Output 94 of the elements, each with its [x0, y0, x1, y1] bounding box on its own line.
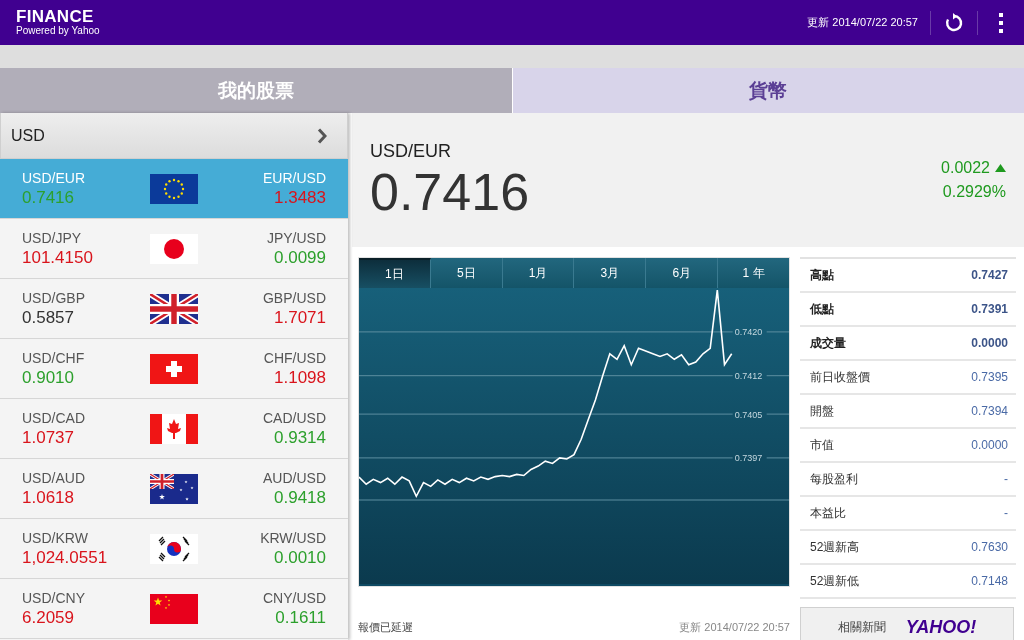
app-subtitle: Powered by Yahoo — [16, 25, 101, 37]
stat-label: 本益比 — [810, 504, 846, 522]
exchange-rate: 1,024.0551 — [22, 547, 109, 568]
stat-value: 0.0000 — [971, 336, 1008, 350]
price-change: 0.0022 — [941, 159, 990, 177]
stat-label: 高點 — [810, 266, 834, 284]
currency-pair: USD/CHF — [22, 349, 86, 366]
stat-value: - — [1004, 472, 1008, 486]
tab[interactable]: 貨幣 — [511, 68, 1024, 113]
currency-pair: USD/EUR — [22, 169, 86, 186]
stat-value: 0.7427 — [971, 268, 1008, 282]
stat-label: 市值 — [810, 436, 834, 454]
exchange-rate: 0.0010 — [274, 547, 326, 568]
exchange-rate: 1.7071 — [274, 307, 326, 328]
stat-value: 0.7148 — [971, 574, 1008, 588]
axis-tick-label: 0.7405 — [734, 409, 763, 420]
currency-row[interactable]: USD/JPY 101.4150 JPY/USD 0.0099 — [0, 219, 348, 279]
period-tab[interactable]: 6月 — [646, 258, 719, 288]
currency-pair: USD/GBP — [22, 289, 86, 306]
currency-row[interactable]: USD/KRW 1,024.0551 KRW/USD 0.0010 — [0, 519, 348, 579]
exchange-rate: 6.2059 — [22, 607, 75, 628]
currency-row[interactable]: USD/GBP 0.5857 GBP/USD 1.7071 — [0, 279, 348, 339]
uk-flag-icon — [150, 293, 198, 324]
eu-flag-icon — [150, 173, 198, 204]
chevron-right-icon — [317, 127, 327, 144]
china-flag-icon — [150, 593, 198, 624]
currency-pair: JPY/USD — [266, 229, 326, 246]
exchange-rate: 0.7416 — [22, 187, 75, 208]
period-tab[interactable]: 1 年 — [718, 258, 789, 288]
currency-pair: CHF/USD — [263, 349, 326, 366]
currency-pair: CAD/USD — [263, 409, 326, 426]
exchange-rate: 0.5857 — [22, 307, 75, 328]
stat-value: 0.7395 — [971, 370, 1008, 384]
currency-row[interactable]: USD/CAD 1.0737 CAD/USD 0.9314 — [0, 399, 348, 459]
related-news-button[interactable]: 相關新聞 YAHOO! — [800, 607, 1014, 640]
stat-label: 52週新高 — [810, 538, 860, 556]
exchange-rate: 1.3483 — [274, 187, 326, 208]
currency-pair: KRW/USD — [260, 529, 326, 546]
update-time: 更新 2014/07/22 20:57 — [678, 619, 790, 635]
korea-flag-icon — [150, 533, 198, 564]
currency-pair: EUR/USD — [263, 169, 326, 186]
menu-icon — [998, 11, 1004, 34]
exchange-rate: 101.4150 — [22, 247, 94, 268]
period-tab[interactable]: 1日 — [359, 258, 431, 288]
axis-tick-label: 0.7412 — [734, 371, 763, 382]
exchange-rate: 0.9010 — [22, 367, 75, 388]
swiss-flag-icon — [150, 353, 198, 384]
stat-value: - — [1004, 506, 1008, 520]
stat-value: 0.7394 — [971, 404, 1008, 418]
exchange-rate: 1.1098 — [274, 367, 326, 388]
axis-tick-label: 0.7397 — [734, 453, 763, 464]
canada-flag-icon — [150, 413, 198, 444]
yahoo-logo: YAHOO! — [905, 616, 977, 638]
period-tab[interactable]: 5日 — [430, 258, 503, 288]
update-time: 更新 2014/07/22 20:57 — [807, 15, 918, 30]
base-currency-label: USD — [11, 126, 45, 145]
exchange-rate: 0.0099 — [274, 247, 326, 268]
japan-flag-icon — [150, 233, 198, 264]
stat-label: 52週新低 — [810, 572, 860, 590]
period-tab[interactable]: 3月 — [574, 258, 647, 288]
stat-value: 0.7391 — [971, 302, 1008, 316]
currency-pair: AUD/USD — [263, 469, 326, 486]
delay-notice: 報價已延遲 — [358, 619, 414, 635]
exchange-rate: 0.9314 — [274, 427, 326, 448]
currency-pair: USD/AUD — [22, 469, 86, 486]
exchange-rate: 1.0737 — [22, 427, 75, 448]
period-tab[interactable]: 1月 — [502, 258, 575, 288]
stat-label: 成交量 — [810, 334, 846, 352]
currency-pair: USD/KRW — [22, 529, 89, 546]
currency-pair: USD/JPY — [22, 229, 83, 246]
currency-pair: GBP/USD — [263, 289, 326, 306]
axis-tick-label: 0.7420 — [734, 327, 763, 338]
currency-row[interactable]: USD/CHF 0.9010 CHF/USD 1.1098 — [0, 339, 348, 399]
currency-pair: USD/CAD — [22, 409, 86, 426]
percent-change: 0.2929% — [942, 183, 1006, 201]
exchange-rate: 0.9418 — [274, 487, 326, 508]
stat-label: 開盤 — [810, 402, 834, 420]
australia-flag-icon — [150, 473, 198, 504]
stat-label: 前日收盤價 — [810, 368, 870, 386]
currency-pair-title: USD/EUR — [370, 140, 452, 162]
stat-value: 0.7630 — [971, 540, 1008, 554]
currency-pair: CNY/USD — [263, 589, 326, 606]
currency-row[interactable]: USD/AUD 1.0618 AUD/USD 0.9418 — [0, 459, 348, 519]
exchange-rate: 1.0618 — [22, 487, 75, 508]
app-logo: FINANCE — [16, 8, 95, 25]
current-price: 0.7416 — [370, 163, 531, 220]
base-currency-selector[interactable]: USD — [0, 113, 348, 159]
currency-row[interactable]: USD/CNY 6.2059 CNY/USD 0.1611 — [0, 579, 348, 639]
currency-pair: USD/CNY — [22, 589, 86, 606]
stat-label: 每股盈利 — [810, 470, 858, 488]
refresh-icon — [944, 12, 964, 33]
exchange-rate: 0.1611 — [275, 607, 326, 628]
stat-label: 低點 — [810, 300, 834, 318]
stat-value: 0.0000 — [971, 438, 1008, 452]
